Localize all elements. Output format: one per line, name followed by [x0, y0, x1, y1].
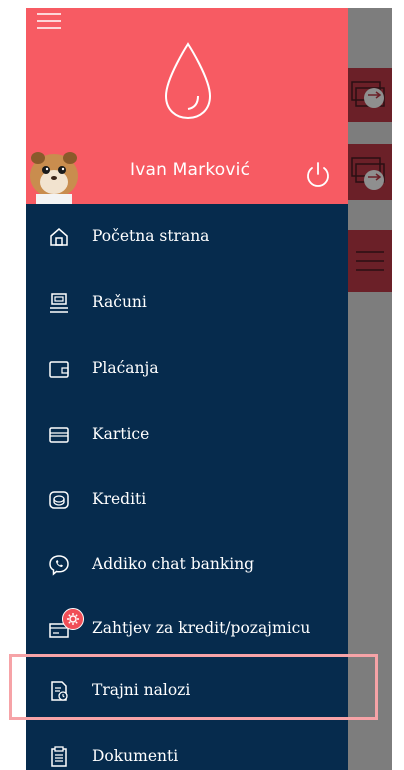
menu-item-cards[interactable]: Kartice: [26, 406, 348, 466]
background-list-card: [348, 230, 392, 292]
menu-item-payments[interactable]: Plaćanja: [26, 340, 348, 400]
menu-item-accounts[interactable]: Računi: [26, 274, 348, 334]
accounts-icon: [50, 293, 68, 313]
hamster-mascot-image: [26, 146, 82, 204]
menu-item-documents[interactable]: Dokumenti: [26, 728, 348, 770]
menu-item-loans[interactable]: Krediti: [26, 471, 348, 531]
menu-item-label: Krediti: [92, 490, 147, 508]
menu-item-label: Kartice: [92, 425, 150, 443]
menu-item-chat-banking[interactable]: Addiko chat banking: [26, 536, 348, 596]
menu-item-label: Računi: [92, 293, 147, 311]
highlight-box: [9, 654, 378, 720]
menu-item-label: Zahtjev za kredit/pozajmicu: [92, 619, 311, 637]
menu-item-loan-request[interactable]: Zahtjev za kredit/pozajmicu: [26, 600, 348, 660]
list-icon: [356, 251, 384, 271]
addiko-drop-logo: [164, 42, 212, 120]
menu-item-home[interactable]: Početna strana: [26, 208, 348, 268]
new-badge: [62, 608, 84, 630]
menu-item-label: Addiko chat banking: [92, 555, 255, 573]
wallet-icon: [49, 361, 69, 378]
background-transfer-card-2: [348, 144, 392, 200]
card-icon: [49, 427, 69, 443]
logout-power-icon[interactable]: [304, 160, 332, 190]
coins-icon: [49, 491, 69, 509]
avatar[interactable]: [26, 146, 82, 204]
menu-item-label: Početna strana: [92, 227, 210, 245]
home-icon: [50, 228, 68, 246]
background-transfer-card-1: [348, 68, 392, 122]
transfer-icon: [351, 81, 385, 108]
menu-item-label: Dokumenti: [92, 747, 179, 765]
transfer-icon: [351, 157, 385, 190]
menu-item-label: Plaćanja: [92, 359, 159, 377]
documents-icon: [51, 746, 67, 767]
viber-icon: [49, 555, 69, 576]
user-name: Ivan Marković: [130, 160, 251, 180]
gear-icon: [67, 613, 79, 625]
hamburger-menu-icon[interactable]: [36, 12, 62, 34]
drawer-header: Ivan Marković: [26, 8, 348, 204]
